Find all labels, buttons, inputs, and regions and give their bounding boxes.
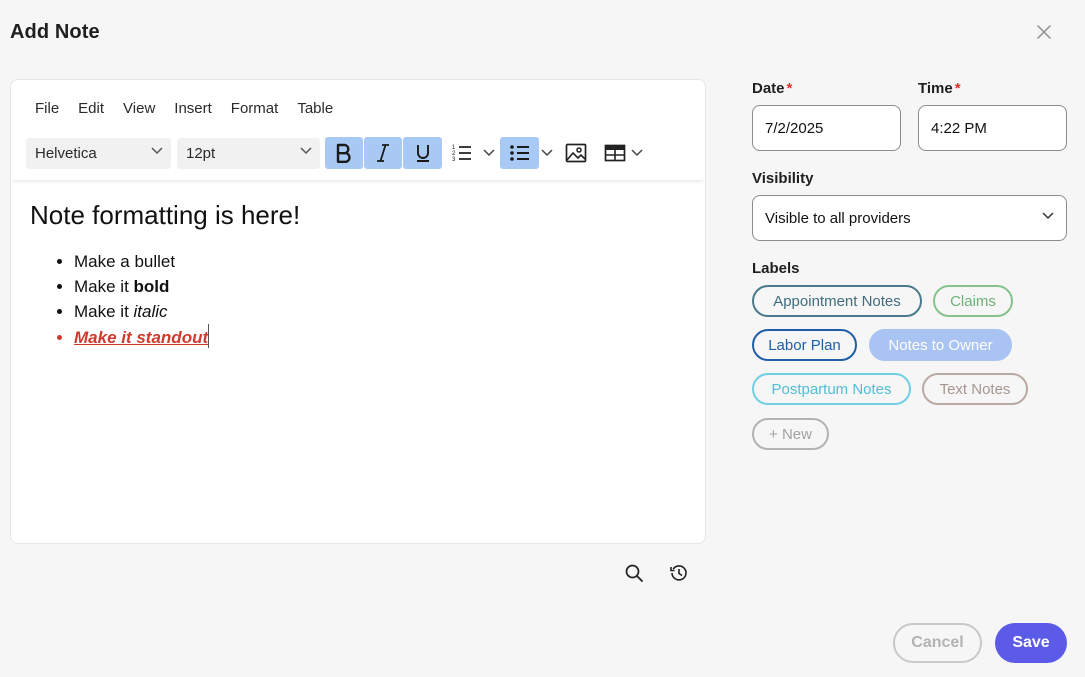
list-item-standout: Make it standout — [74, 324, 300, 350]
insert-image-button[interactable] — [563, 137, 589, 169]
numbered-list-button[interactable]: 123 — [451, 137, 473, 169]
chevron-down-icon — [151, 147, 163, 155]
bold-button[interactable] — [325, 137, 363, 169]
label-chip-notes-to-owner[interactable]: Notes to Owner — [869, 329, 1012, 361]
svg-text:3: 3 — [452, 157, 456, 163]
italic-button[interactable] — [364, 137, 402, 169]
list-item: Make a bullet — [74, 249, 300, 274]
chevron-down-icon — [483, 149, 495, 157]
menu-table[interactable]: Table — [297, 100, 333, 117]
bullet-list-icon — [509, 145, 529, 161]
date-label: Date * — [752, 80, 793, 97]
underline-button[interactable] — [403, 137, 442, 169]
cancel-button[interactable]: Cancel — [893, 623, 982, 663]
editor-menubar: File Edit View Insert Format Table — [11, 80, 352, 136]
time-field[interactable]: 4:22 PM — [918, 105, 1067, 151]
menu-edit[interactable]: Edit — [78, 100, 104, 117]
dialog-title: Add Note — [10, 21, 100, 43]
font-size-value: 12pt — [186, 145, 216, 162]
underline-icon — [416, 145, 429, 162]
rich-text-editor: File Edit View Insert Format Table Helve… — [10, 79, 706, 544]
font-size-select[interactable]: 12pt — [177, 138, 320, 169]
chevron-down-icon — [631, 149, 643, 157]
menu-format[interactable]: Format — [231, 100, 279, 117]
bold-icon — [336, 143, 351, 163]
table-options[interactable] — [629, 137, 645, 169]
new-label-button[interactable]: + New — [752, 418, 829, 450]
italic-icon — [377, 144, 389, 162]
time-label: Time * — [918, 80, 961, 97]
chevron-down-icon — [300, 147, 312, 155]
table-icon — [604, 144, 626, 162]
label-chip-appointment-notes[interactable]: Appointment Notes — [752, 285, 922, 317]
menu-insert[interactable]: Insert — [174, 100, 212, 117]
save-button[interactable]: Save — [995, 623, 1067, 663]
image-icon — [565, 143, 587, 163]
visibility-value: Visible to all providers — [765, 209, 911, 227]
text-cursor — [208, 324, 210, 348]
labels-label: Labels — [752, 260, 800, 277]
editor-content[interactable]: Note formatting is here! Make a bullet M… — [30, 200, 300, 350]
chevron-down-icon — [541, 149, 553, 157]
label-chip-claims[interactable]: Claims — [933, 285, 1013, 317]
label-chip-postpartum-notes[interactable]: Postpartum Notes — [752, 373, 911, 405]
list-item: Make it bold — [74, 274, 300, 299]
editor-toolbar: Helvetica 12pt 123 — [11, 136, 705, 180]
list-item: Make it italic — [74, 299, 300, 324]
search-icon[interactable] — [624, 563, 644, 583]
time-value: 4:22 PM — [931, 119, 987, 137]
numbered-list-options[interactable] — [481, 137, 497, 169]
label-chip-labor-plan[interactable]: Labor Plan — [752, 329, 857, 361]
visibility-label: Visibility — [752, 170, 814, 187]
font-family-select[interactable]: Helvetica — [26, 138, 171, 169]
visibility-select[interactable]: Visible to all providers — [752, 195, 1067, 241]
insert-table-button[interactable] — [602, 137, 628, 169]
close-icon[interactable] — [1034, 22, 1054, 42]
date-value: 7/2/2025 — [765, 119, 824, 137]
numbered-list-icon: 123 — [452, 145, 471, 163]
menu-view[interactable]: View — [123, 100, 155, 117]
bullet-list-options[interactable] — [539, 137, 555, 169]
history-icon[interactable] — [669, 563, 689, 583]
menu-file[interactable]: File — [35, 100, 59, 117]
font-family-value: Helvetica — [35, 145, 97, 162]
label-chip-text-notes[interactable]: Text Notes — [922, 373, 1028, 405]
chevron-down-icon — [1042, 212, 1054, 220]
date-field[interactable]: 7/2/2025 — [752, 105, 901, 151]
bullet-list: Make a bullet Make it bold Make it itali… — [30, 249, 300, 350]
note-heading: Note formatting is here! — [30, 200, 301, 230]
bullet-list-button[interactable] — [500, 137, 539, 169]
